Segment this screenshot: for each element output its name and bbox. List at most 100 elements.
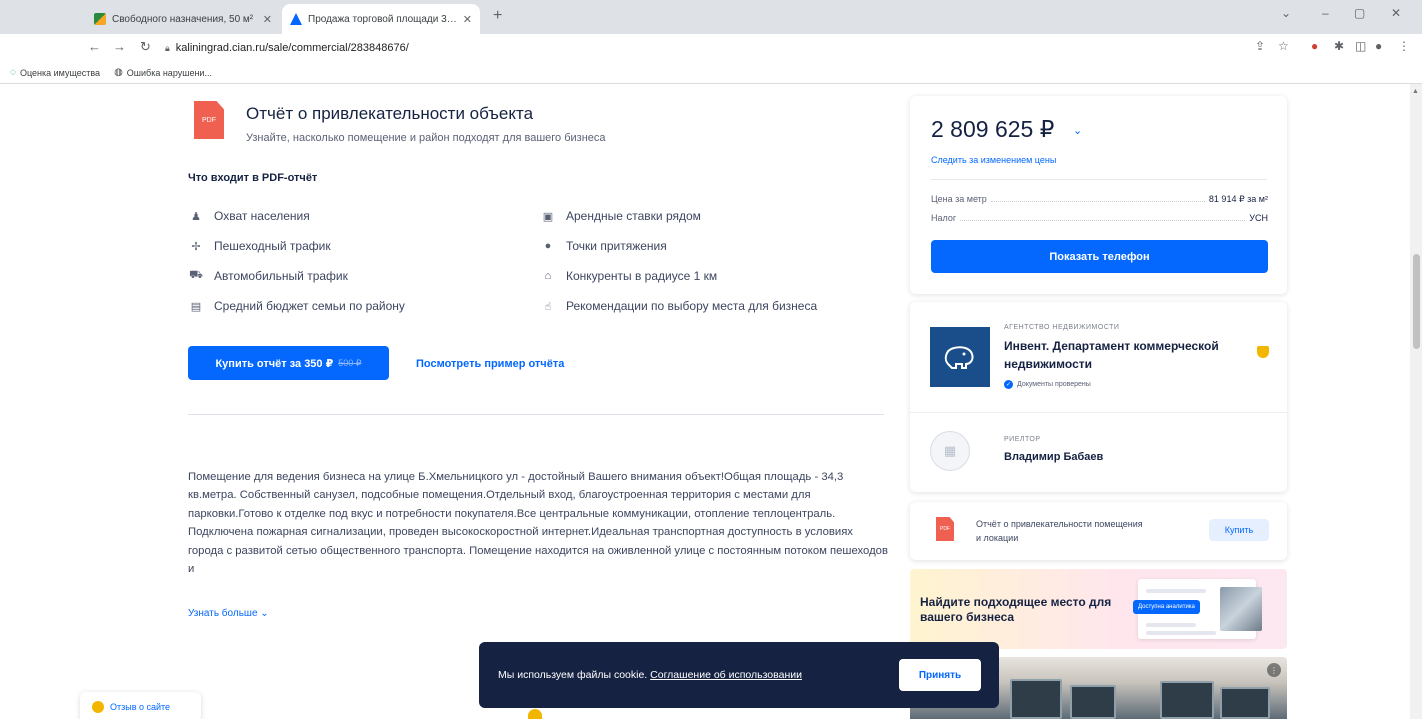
maximize-icon[interactable]: ▢ (1354, 6, 1365, 20)
example-report-link[interactable]: Посмотреть пример отчёта (416, 358, 564, 370)
menu-kebab-icon[interactable]: ⋮ (1398, 39, 1410, 53)
old-price: 500 ₽ (338, 357, 362, 368)
realtor-kicker: РИЕЛТОР (1004, 436, 1041, 443)
feature-label: Конкуренты в радиусе 1 км (566, 269, 718, 283)
cookie-message: Мы используем файлы cookie. (498, 669, 648, 681)
minimize-icon[interactable]: – (1322, 6, 1329, 20)
realtor-name[interactable]: Владимир Бабаев (1004, 451, 1103, 463)
show-more-link[interactable]: Узнать больше ⌄ (188, 608, 269, 619)
feature-item: ▣ Арендные ставки рядом (540, 209, 701, 223)
row-label: Налог (931, 213, 957, 223)
address-bar[interactable]: 🔒︎ kaliningrad.cian.ru/sale/commercial/2… (165, 37, 1235, 59)
price: 2 809 625 ₽ (931, 116, 1055, 142)
accept-cookie-button[interactable]: Принять (899, 659, 981, 691)
verified-badge: ✓ Документы проверены (1004, 380, 1091, 389)
back-icon[interactable]: ← (88, 39, 101, 54)
buy-report-small-button[interactable]: Купить (1209, 519, 1269, 541)
divider (910, 412, 1287, 413)
bookmark-leaf-icon: ◌ (10, 67, 16, 78)
report-subtitle: Узнайте, насколько помещение и район под… (246, 132, 606, 144)
price-card: 2 809 625 ₽ ⌄ Следить за изменением цены… (910, 96, 1287, 294)
agency-logo[interactable] (930, 327, 990, 387)
feature-label: Охват населения (214, 209, 310, 223)
scrollbar-thumb[interactable] (1413, 254, 1420, 349)
feature-item: ♟ Охват населения (188, 209, 310, 223)
feature-label: Средний бюджет семьи по району (214, 299, 405, 313)
share-icon[interactable]: ⇪ (1255, 39, 1265, 53)
section-divider (188, 414, 884, 415)
elephant-icon (944, 346, 974, 369)
bookmark-label: Ошибка нарушени... (126, 67, 212, 78)
row-value: УСН (1249, 213, 1268, 223)
bookmark-item[interactable]: ◌ Оценка имущества (10, 67, 100, 78)
page-scrollbar[interactable]: ▲ (1410, 84, 1422, 719)
realtor-avatar[interactable]: ▦ (930, 431, 970, 471)
extension-icon[interactable]: ● (1311, 39, 1318, 53)
wallet-icon: ▤ (190, 300, 202, 313)
feature-label: Пешеходный трафик (214, 239, 331, 253)
track-price-link[interactable]: Следить за изменением цены (931, 155, 1056, 165)
check-icon: ✓ (1004, 380, 1013, 389)
more-options-icon[interactable]: ⋮ (1267, 663, 1281, 677)
tab-favicon-icon (94, 13, 106, 25)
row-label: Цена за метр (931, 194, 987, 204)
divider (931, 179, 1267, 180)
verified-label: Документы проверены (1017, 381, 1091, 388)
close-tab-icon[interactable]: ✕ (463, 13, 472, 26)
agency-name[interactable]: Инвент. Департамент коммерческой недвижи… (1004, 337, 1262, 373)
ad-photo (1220, 587, 1262, 631)
tax-row: Налог УСН (931, 213, 1268, 223)
cookie-agreement-link[interactable]: Соглашение об использовании (650, 669, 802, 681)
ad-title: Найдите подходящее место для вашего бизн… (920, 595, 1112, 624)
shop-icon: ⌂ (544, 270, 552, 282)
pdf-icon: PDF (936, 517, 954, 541)
browser-tab-active[interactable]: Продажа торговой площади 34,3 ✕ (282, 4, 480, 34)
feedback-label: Отзыв о сайте (110, 702, 171, 712)
agency-kicker: АГЕНТСТВО НЕДВИЖИМОСТИ (1004, 324, 1120, 331)
feature-label: Точки притяжения (566, 239, 667, 253)
extensions-puzzle-icon[interactable]: ✱ (1334, 39, 1344, 53)
close-window-icon[interactable]: ✕ (1391, 6, 1401, 20)
bookmark-globe-icon: ◍ (114, 67, 123, 78)
new-tab-button[interactable]: + (493, 7, 502, 25)
report-title: Отчёт о привлекательности объекта (246, 104, 534, 123)
bookmarks-bar: ◌ Оценка имущества ◍ Ошибка нарушени... (0, 62, 1422, 84)
forward-icon[interactable]: → (113, 39, 126, 54)
browser-tab[interactable]: Свободного назначения, 50 м² ✕ (86, 4, 280, 34)
description-text: Помещение для ведения бизнеса на улице Б… (188, 471, 888, 576)
buy-report-label: Купить отчёт за 350 ₽ (215, 357, 334, 370)
page-content: PDF Отчёт о привлекательности объекта Уз… (0, 84, 1410, 719)
url-text: kaliningrad.cian.ru/sale/commercial/2838… (175, 42, 409, 54)
car-icon: ⛟ (189, 269, 203, 281)
dotted-leader (990, 201, 1205, 202)
tab-title: Свободного назначения, 50 м² (112, 13, 254, 25)
bookmark-item[interactable]: ◍ Ошибка нарушени... (114, 67, 212, 78)
buy-report-button[interactable]: Купить отчёт за 350 ₽ 500 ₽ (188, 346, 389, 380)
smile-icon (92, 701, 104, 713)
feature-item: ▤ Средний бюджет семьи по району (188, 299, 405, 313)
profile-icon[interactable]: ● (1375, 39, 1382, 53)
dotted-leader (960, 220, 1246, 221)
feature-item: ✢ Пешеходный трафик (188, 239, 331, 253)
analytics-pill: Доступна аналитика (1133, 600, 1200, 614)
row-value: 81 914 ₽ за м² (1208, 194, 1268, 204)
pdf-icon: PDF (194, 101, 224, 139)
reload-icon[interactable]: ↻ (140, 39, 151, 55)
pin-icon: ● (544, 240, 552, 252)
building-icon: ▦ (943, 443, 957, 458)
feedback-button[interactable]: Отзыв о сайте (80, 692, 201, 719)
calendar-icon: ▣ (542, 210, 554, 223)
scroll-up-icon[interactable]: ▲ (1412, 88, 1419, 95)
show-phone-button[interactable]: Показать телефон (931, 240, 1268, 273)
browser-toolbar: ← → ↻ 🔒︎ kaliningrad.cian.ru/sale/commer… (0, 34, 1422, 62)
feature-item: ● Точки притяжения (540, 239, 667, 253)
feature-item: ⌂ Конкуренты в радиусе 1 км (540, 269, 717, 283)
person-icon: ♟ (191, 210, 201, 223)
bookmark-star-icon[interactable]: ☆ (1278, 39, 1289, 53)
analytics-ad-banner[interactable]: Найдите подходящее место для вашего бизн… (910, 569, 1287, 649)
price-history-chevron-icon[interactable]: ⌄ (1073, 124, 1082, 137)
tab-search-icon[interactable]: ⌄ (1281, 6, 1291, 20)
feature-item: ⛟ Автомобильный трафик (188, 269, 348, 283)
side-panel-icon[interactable]: ◫ (1355, 39, 1366, 53)
close-tab-icon[interactable]: ✕ (263, 13, 272, 26)
